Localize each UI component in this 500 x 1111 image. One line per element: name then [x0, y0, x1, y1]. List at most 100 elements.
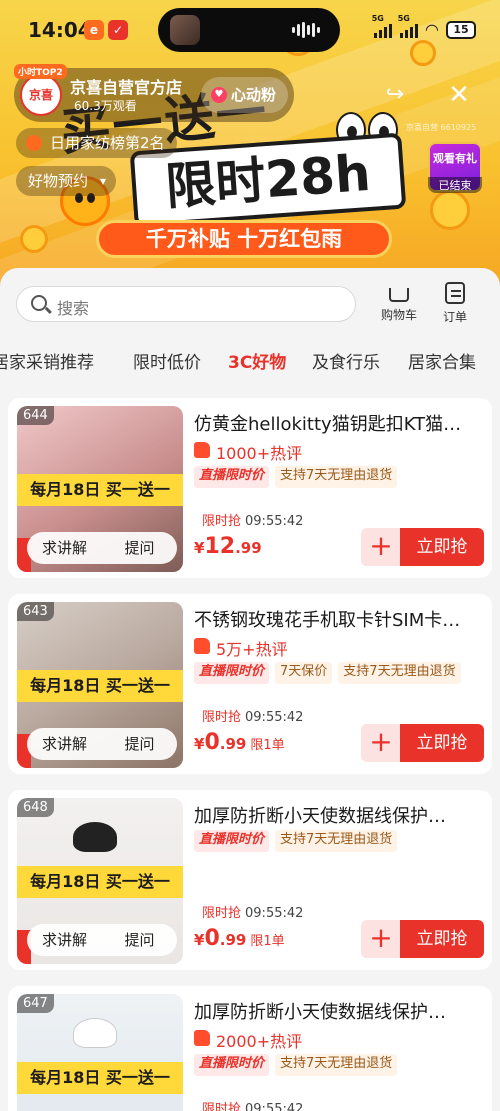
ranking-tag[interactable]: 日用家纺榜第2名	[16, 128, 177, 158]
countdown-time: 09:55:42	[245, 514, 304, 529]
product-image[interactable]: 643 每月18日 买一送一 求讲解 提问	[17, 602, 183, 768]
wifi-icon: ◠	[425, 20, 438, 39]
request-explain-button[interactable]: 求讲解	[27, 728, 102, 760]
product-card[interactable]: 643 每月18日 买一送一 求讲解 提问 不锈钢玫瑰花手机取卡针SIM卡… 5…	[8, 594, 492, 774]
review-count: 1000+热评	[194, 440, 302, 464]
cable-protector-illustration	[73, 1018, 117, 1048]
order-button[interactable]: 订单	[428, 282, 482, 325]
product-tags: 直播限时价 支持7天无理由退货	[194, 830, 398, 852]
countdown-label: 限时抢	[202, 906, 242, 921]
product-tags: 直播限时价 支持7天无理由退货	[194, 1054, 398, 1076]
network-type: 5G	[397, 13, 410, 23]
product-price: ¥12.99	[194, 534, 266, 559]
product-price: ¥0.99 限1单	[194, 730, 285, 755]
product-rank: 643	[17, 602, 54, 621]
category-tabs: 居家采销推荐 限时低价 3C好物 及食行乐 居家合集	[0, 348, 500, 378]
product-title: 加厚防折断小天使数据线保护…	[194, 1002, 446, 1023]
cart-button[interactable]: 购物车	[372, 282, 426, 323]
price-protection-tag: 7天保价	[275, 662, 333, 684]
product-image[interactable]: 648 每月18日 买一送一 求讲解 提问	[17, 798, 183, 964]
thumbs-up-icon	[194, 442, 210, 458]
cart-label: 购物车	[380, 308, 417, 322]
deal-strip: 每月18日 买一送一	[17, 474, 183, 506]
price-integer: 12	[204, 534, 236, 559]
thumb-actions: 求讲解 提问	[27, 728, 177, 760]
store-info[interactable]: 京喜 小时TOP2 京喜自营官方店 60.3万观看 ♥ 心动粉	[14, 64, 294, 122]
coin-decoration	[430, 190, 470, 230]
product-price: ¥0.99 限1单	[194, 926, 285, 951]
countdown-label: 限时抢	[202, 1102, 242, 1111]
battery-icon: 15	[446, 20, 476, 39]
deal-strip: 每月18日 买一送一	[17, 1062, 183, 1094]
price-currency: ¥	[194, 539, 205, 557]
ranking-label: 日用家纺榜第2名	[50, 134, 165, 152]
share-icon[interactable]: ↪	[380, 80, 410, 110]
add-to-cart-button[interactable]: +	[361, 724, 401, 762]
thumb-actions: 求讲解 提问	[27, 532, 177, 564]
search-icon	[31, 295, 47, 311]
thumbs-up-icon	[194, 1030, 210, 1046]
countdown-time: 09:55:42	[245, 1102, 304, 1111]
app-notification-icon: e	[84, 20, 104, 40]
live-price-tag: 直播限时价	[194, 662, 270, 684]
price-integer: 0	[204, 926, 220, 951]
deal-strip: 每月18日 买一送一	[17, 670, 183, 702]
ask-question-button[interactable]: 提问	[102, 532, 177, 564]
ask-question-button[interactable]: 提问	[102, 728, 177, 760]
follow-label: 心动粉	[230, 86, 276, 104]
preorder-tag[interactable]: 好物预约 ▾	[16, 166, 117, 196]
return-policy-tag: 支持7天无理由退货	[338, 662, 461, 684]
heart-icon: ♥	[210, 87, 227, 103]
product-rank: 644	[17, 406, 54, 425]
thumbs-up-icon	[194, 638, 210, 654]
purchase-limit: 限1单	[250, 934, 285, 949]
product-card[interactable]: 648 每月18日 买一送一 求讲解 提问 加厚防折断小天使数据线保护… 直播限…	[8, 790, 492, 970]
cable-protector-illustration	[73, 822, 117, 852]
product-title: 仿黄金hellokitty猫钥匙扣KT猫…	[194, 414, 462, 435]
product-card[interactable]: 647 每月18日 买一送一 加厚防折断小天使数据线保护… 2000+热评 直播…	[8, 986, 492, 1111]
search-input[interactable]: 搜索	[16, 286, 356, 322]
return-policy-tag: 支持7天无理由退货	[275, 830, 398, 852]
close-icon[interactable]: ✕	[444, 80, 474, 110]
network-type: 5G	[371, 13, 384, 23]
tab-home[interactable]: 居家合集	[408, 348, 476, 373]
request-explain-button[interactable]: 求讲解	[27, 924, 102, 956]
request-explain-button[interactable]: 求讲解	[27, 532, 102, 564]
live-stream-banner: 买一送一 限时28h 千万补贴 十万红包雨 14:04 e ✓ 5G 5G ◠ …	[0, 0, 500, 290]
search-placeholder: 搜索	[57, 299, 90, 318]
tab-low-price[interactable]: 限时低价	[133, 348, 201, 373]
product-rank: 647	[17, 994, 54, 1013]
buy-now-button[interactable]: 立即抢	[400, 528, 484, 566]
product-rank: 648	[17, 798, 54, 817]
promo-subtitle: 千万补贴 十万红包雨	[96, 220, 392, 258]
flame-icon	[26, 135, 42, 151]
tab-recommend[interactable]: 居家采销推荐	[0, 348, 94, 373]
deal-strip: 每月18日 买一送一	[17, 866, 183, 898]
store-avatar[interactable]: 京喜	[20, 74, 62, 116]
flash-countdown: 限时抢 09:55:42	[202, 1098, 303, 1111]
flash-countdown: 限时抢 09:55:42	[202, 510, 303, 529]
product-image[interactable]: 644 每月18日 买一送一 求讲解 提问	[17, 406, 183, 572]
price-decimal: .99	[219, 735, 247, 753]
now-playing-thumbnail	[170, 15, 200, 45]
product-image[interactable]: 647 每月18日 买一送一	[17, 994, 183, 1111]
add-to-cart-button[interactable]: +	[361, 920, 401, 958]
flash-countdown: 限时抢 09:55:42	[202, 902, 303, 921]
product-tags: 直播限时价 7天保价 支持7天无理由退货	[194, 662, 461, 684]
store-name: 京喜自营官方店	[70, 78, 183, 97]
audio-wave-icon	[292, 22, 320, 38]
purchase-limit: 限1单	[250, 738, 285, 753]
review-count: 2000+热评	[194, 1028, 302, 1052]
tab-3c[interactable]: 3C好物	[228, 348, 286, 373]
buy-now-button[interactable]: 立即抢	[400, 920, 484, 958]
ask-question-button[interactable]: 提问	[102, 924, 177, 956]
live-price-tag: 直播限时价	[194, 830, 270, 852]
follow-button[interactable]: ♥ 心动粉	[200, 77, 288, 113]
add-to-cart-button[interactable]: +	[361, 528, 401, 566]
tab-food[interactable]: 及食行乐	[312, 348, 380, 373]
buy-now-button[interactable]: 立即抢	[400, 724, 484, 762]
clock: 14:04	[28, 18, 92, 42]
preorder-label: 好物预约	[28, 172, 89, 190]
status-bar: 14:04 e ✓ 5G 5G ◠ 15	[0, 0, 500, 60]
product-card[interactable]: 644 每月18日 买一送一 求讲解 提问 仿黄金hellokitty猫钥匙扣K…	[8, 398, 492, 578]
